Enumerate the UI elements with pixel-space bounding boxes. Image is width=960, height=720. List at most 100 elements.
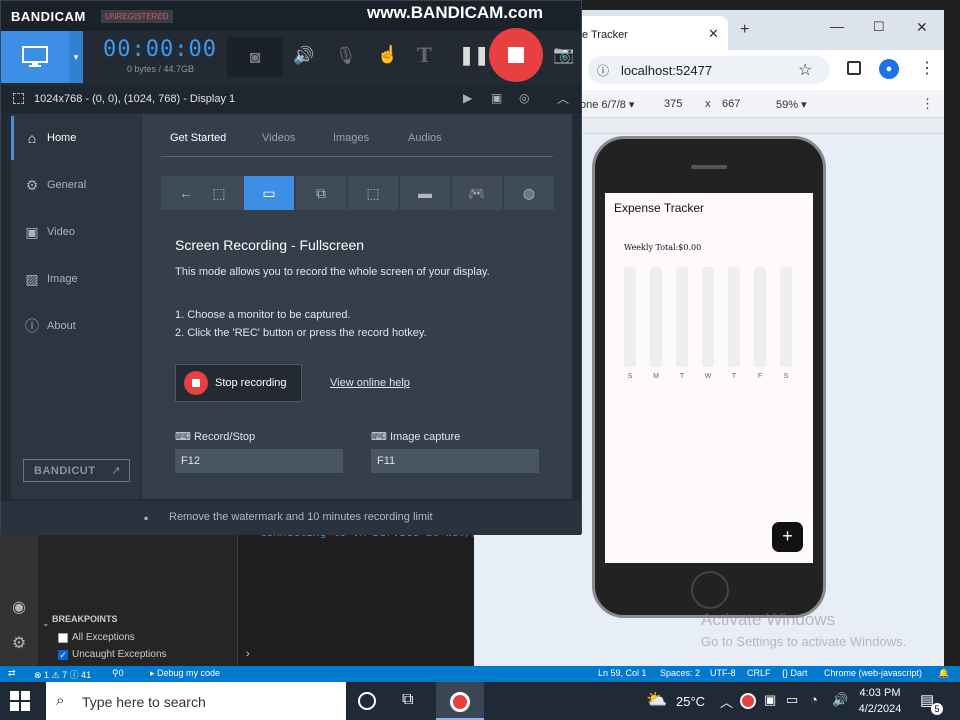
weather-icon[interactable]: ⛅ [646, 690, 667, 710]
fullscreen-mode-button[interactable] [1, 31, 69, 83]
minimize-icon[interactable]: — [830, 18, 844, 34]
image-settings-icon[interactable]: ▣ [491, 91, 502, 105]
mode-description: This mode allows you to record the whole… [175, 266, 490, 278]
chevron-right-icon[interactable]: › [246, 648, 250, 660]
zoom-select[interactable]: 59% ▾ [776, 98, 807, 111]
text-overlay-icon[interactable]: T [417, 43, 432, 67]
address-bar[interactable]: ⓘ localhost:52477 ☆ [588, 56, 830, 84]
bp-all-exceptions[interactable]: All Exceptions [58, 632, 135, 643]
rectangle-select-icon: ⬚ [212, 184, 226, 201]
watermark-notice: Remove the watermark and 10 minutes reco… [169, 511, 433, 523]
mode-dropdown-button[interactable]: ▾ [69, 31, 83, 83]
checkbox-checked[interactable]: ✓ [58, 649, 68, 660]
problems-indicator[interactable]: ⊗ 1 ⚠ 7 ⓘ 41 [34, 668, 91, 681]
profile-avatar-icon[interactable]: ● [879, 59, 899, 79]
tab-get-started[interactable]: Get Started [170, 132, 226, 144]
checkbox-unchecked[interactable] [58, 632, 68, 643]
fullscreen-mode-tab[interactable]: ▭ [244, 176, 294, 210]
clock[interactable]: 4:03 PM 4/2/2024 [852, 685, 908, 717]
close-window-icon[interactable]: ✕ [916, 19, 928, 36]
temperature[interactable]: 25°C [676, 694, 705, 709]
day-label: T [679, 373, 685, 380]
cursor-effect-icon[interactable]: ☝ [377, 45, 398, 65]
battery-icon[interactable]: ▭ [786, 692, 798, 708]
language-mode[interactable]: {} Dart [782, 668, 808, 678]
task-view-icon[interactable]: ⧉ [402, 691, 413, 709]
microphone-icon[interactable]: 🎙 [335, 46, 357, 66]
capture-hotkey-label: ⌨ Image capture [371, 431, 461, 443]
device-height[interactable]: 667 [722, 98, 740, 110]
external-link-icon: ↗ [111, 465, 121, 477]
nav-general[interactable]: ⚙ General [11, 163, 141, 207]
video-settings-icon[interactable]: ▶ [463, 91, 472, 105]
line-ending[interactable]: CRLF [747, 668, 771, 678]
close-tab-icon[interactable]: ✕ [708, 26, 719, 42]
site-info-icon[interactable]: ⓘ [597, 62, 609, 79]
tray-app-icon[interactable]: ▣ [764, 692, 776, 708]
nav-video[interactable]: ▣ Video [11, 210, 141, 254]
windows-start-icon[interactable] [10, 691, 30, 711]
tray-overflow-icon[interactable]: ︿ [720, 692, 733, 711]
rec-stop-button[interactable] [489, 28, 543, 82]
side-panel-icon[interactable] [847, 61, 861, 75]
rectangle-mode-button[interactable]: ⬚ [194, 176, 244, 210]
ports-indicator[interactable]: ⚲0 [112, 668, 124, 679]
nav-image[interactable]: ▨ Image [11, 257, 141, 301]
taskbar-search[interactable]: ⌕ Type here to search [46, 682, 346, 720]
audio-only-button[interactable]: ◍ [504, 176, 554, 210]
mouse-area-button[interactable]: ⬚ [348, 176, 398, 210]
device-more-icon[interactable]: ⋮ [921, 96, 934, 112]
tab-audios[interactable]: Audios [408, 132, 442, 144]
encoding[interactable]: UTF-8 [710, 668, 736, 678]
bp-uncaught-exceptions[interactable]: ✓ Uncaught Exceptions [58, 649, 167, 660]
account-icon[interactable]: ◉ [9, 598, 29, 618]
game-mode-button[interactable]: 🎮 [452, 176, 502, 210]
notifications-icon[interactable]: 🔔 [938, 668, 949, 679]
debug-indicator[interactable]: ▸ Debug my code [150, 668, 220, 679]
webcam-button[interactable]: ◙ [227, 37, 283, 77]
new-tab-icon[interactable]: + [740, 21, 749, 39]
bandicam-taskbar-button[interactable] [436, 682, 484, 720]
capture-hotkey-field[interactable]: F11 [371, 449, 539, 473]
maximize-icon[interactable]: ☐ [873, 19, 885, 35]
online-help-link[interactable]: View online help [330, 377, 410, 389]
chrome-menu-icon[interactable]: ⋮ [919, 58, 935, 78]
audio-settings-icon[interactable]: ◎ [519, 91, 529, 105]
device-width[interactable]: 375 [664, 98, 682, 110]
bookmark-star-icon[interactable]: ☆ [798, 60, 812, 80]
pause-icon[interactable]: ❚❚ [459, 45, 489, 66]
bp-uncaught-label: Uncaught Exceptions [72, 649, 167, 660]
bandicut-button[interactable]: BANDICUT ↗ [23, 459, 130, 482]
speaker-icon[interactable]: 🔊 [293, 46, 314, 66]
debug-sidebar: ⌄ [38, 532, 238, 666]
target-device[interactable]: Chrome (web-javascript) [824, 668, 922, 678]
activate-windows-subtitle: Go to Settings to activate Windows. [701, 634, 907, 649]
breakpoints-title[interactable]: BREAKPOINTS [52, 614, 118, 624]
add-expense-button[interactable]: + [772, 522, 803, 552]
indent-setting[interactable]: Spaces: 2 [660, 668, 700, 678]
settings-gear-icon[interactable]: ⚙ [9, 634, 29, 654]
device-select[interactable]: one 6/7/8 ▾ [580, 98, 634, 111]
game-hdmi-button[interactable]: ▬ [400, 176, 450, 210]
bandicam-tray-icon[interactable] [740, 693, 756, 709]
remote-icon[interactable]: ⇄ [8, 668, 16, 679]
tab-images[interactable]: Images [333, 132, 369, 144]
day-label: T [731, 373, 737, 380]
collapse-icon[interactable]: ︿ [557, 90, 569, 107]
cursor-position[interactable]: Ln 59, Col 1 [598, 668, 647, 678]
screenshot-camera-icon[interactable]: 📷 [553, 45, 574, 65]
nav-about[interactable]: ⓘ About [11, 304, 141, 348]
bandicam-footer[interactable]: ▪ Remove the watermark and 10 minutes re… [1, 501, 581, 535]
tab-videos[interactable]: Videos [262, 132, 295, 144]
chevron-down-icon[interactable]: ⌄ [42, 618, 50, 629]
day-label: W [704, 373, 712, 380]
window-mode-button[interactable]: ⧉ [296, 176, 346, 210]
browser-tab[interactable]: e Tracker ✕ [574, 16, 728, 50]
wifi-icon[interactable]: ◔ [810, 692, 818, 707]
record-hotkey-field[interactable]: F12 [175, 449, 343, 473]
bandicam-titlebar: BANDICAM UNREGISTERED www.BANDICAM.com [1, 1, 581, 33]
cortana-icon[interactable] [358, 692, 376, 710]
volume-icon[interactable]: 🔊 [832, 692, 848, 708]
nav-home[interactable]: ⌂ Home [11, 116, 141, 160]
stop-recording-button[interactable]: Stop recording [175, 364, 302, 402]
